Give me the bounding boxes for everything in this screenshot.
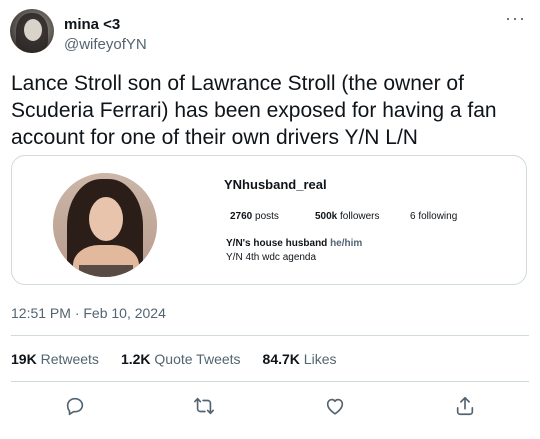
quotes-label: Quote Tweets [154, 351, 241, 367]
quotes-stat[interactable]: 1.2K Quote Tweets [121, 350, 241, 368]
following-count: 6 [410, 211, 416, 222]
profile-bio-line: Y/N 4th wdc agenda [226, 252, 317, 263]
likes-label: Likes [303, 351, 337, 367]
divider [11, 381, 529, 382]
author-display-name[interactable]: mina <3 [64, 16, 120, 34]
profile-following-stat: 6 following [410, 211, 457, 223]
tweet-text: Lance Stroll son of Lawrance Stroll (the… [11, 72, 497, 149]
profile-followers-stat: 500k followers [315, 211, 380, 223]
profile-picture-face [89, 197, 123, 241]
profile-username: YNhusband_real [224, 177, 327, 192]
author-handle[interactable]: @wifeyofYN [64, 36, 147, 54]
retweets-label: Retweets [40, 351, 99, 367]
quotes-count: 1.2K [120, 351, 151, 367]
more-icon[interactable]: ··· [505, 9, 526, 27]
avatar-face [24, 19, 42, 41]
retweets-stat[interactable]: 19K Retweets [11, 350, 99, 368]
divider [11, 335, 529, 336]
tweet-stats: 19K Retweets 1.2K Quote Tweets 84.7K Lik… [11, 350, 336, 368]
retweet-icon[interactable] [193, 395, 215, 417]
reply-icon[interactable] [64, 395, 86, 417]
share-icon[interactable] [454, 395, 476, 417]
bio-pronouns: he/him [330, 238, 363, 249]
profile-bio-name: Y/N's house husband he/him [226, 238, 362, 250]
profile-picture [53, 173, 157, 277]
retweets-count: 19K [11, 351, 37, 367]
tweet-actions [0, 395, 540, 419]
bio-name: Y/N's house husband [226, 238, 328, 249]
posts-label: posts [255, 211, 279, 222]
embedded-profile-card[interactable]: YNhusband_real 2760 posts 500k followers… [11, 155, 527, 285]
following-label: following [418, 211, 458, 222]
tweet-timestamp[interactable]: 12:51 PM · Feb 10, 2024 [11, 304, 166, 322]
followers-count: 500k [315, 211, 338, 222]
profile-picture-top [79, 265, 133, 277]
followers-label: followers [340, 211, 380, 222]
heart-icon[interactable] [324, 395, 346, 417]
likes-stat[interactable]: 84.7K Likes [263, 350, 337, 368]
author-avatar[interactable] [10, 9, 54, 53]
posts-count: 2760 [230, 211, 253, 222]
likes-count: 84.7K [262, 351, 300, 367]
profile-posts-stat: 2760 posts [230, 211, 279, 223]
